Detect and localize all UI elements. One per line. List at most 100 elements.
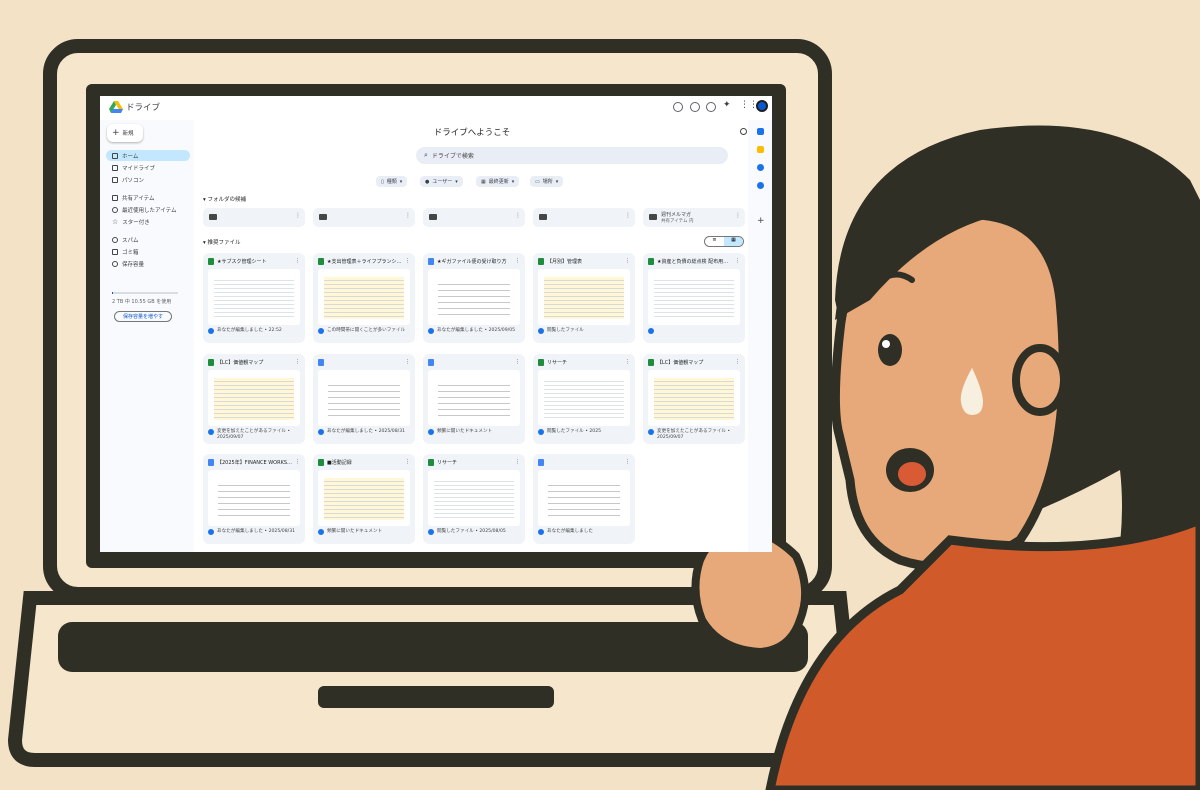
sidebar-item-spam[interactable]: スパム bbox=[106, 234, 190, 245]
sheets-icon bbox=[428, 458, 434, 466]
file-card[interactable]: リサーチ ⋮ 閲覧したファイル • 2025/08/05 bbox=[423, 454, 525, 544]
file-card[interactable]: 【LC】価値観マップ ⋮ 変更を加えたことがあるファイル • 2025/09/07 bbox=[203, 354, 305, 444]
main-content: ドライブへようこそ ⌕ ドライブで検索 ▯ 種類 ▾ ● ユーザー ▾ ▦ 最終更新 ▾ ▭ 場… bbox=[196, 120, 748, 552]
filter-location[interactable]: ▭ 場所 ▾ bbox=[530, 176, 564, 187]
sheets-icon bbox=[648, 358, 654, 366]
sidebar-item-trash[interactable]: ゴミ箱 bbox=[106, 246, 190, 257]
file-meta: 変更を加えたことがあるファイル • 2025/09/07 bbox=[648, 429, 740, 441]
file-card[interactable]: ★ギガファイル便の受け取り方 ⋮ あなたが編集しました • 2025/09/05 bbox=[423, 253, 525, 343]
sidebar-item-shared[interactable]: 共有アイテム bbox=[106, 192, 190, 203]
sidebar: + 新規 ホーム マイドライブ パソコン 共有アイテム 最近使用したアイテム ☆ ス… bbox=[100, 120, 194, 552]
gear-icon[interactable] bbox=[706, 102, 716, 112]
add-addon-icon[interactable]: + bbox=[757, 216, 765, 226]
file-card[interactable]: 【2025年】FINANCE WORKS… ⋮ あなたが編集しました • 2025/… bbox=[203, 454, 305, 544]
woman-eye bbox=[878, 334, 902, 366]
list-view-icon[interactable]: ≡ bbox=[705, 237, 724, 246]
drive-window: ドライブ ✦ ⋮⋮ + 新規 ホーム マイドライブ パソコン 共有アイテム 最近使… bbox=[100, 96, 772, 552]
docs-icon bbox=[428, 358, 434, 366]
status-icon[interactable] bbox=[673, 102, 683, 112]
more-options-icon[interactable]: ⋮ bbox=[515, 212, 521, 219]
file-title: ★ギガファイル便の受け取り方 bbox=[437, 258, 507, 265]
new-button[interactable]: + 新規 bbox=[107, 124, 143, 142]
file-card[interactable]: ⋮ 頻繁に開いたドキュメント bbox=[423, 354, 525, 444]
folder-card[interactable]: ⋮ bbox=[203, 208, 305, 227]
filter-type[interactable]: ▯ 種類 ▾ bbox=[376, 176, 408, 187]
filter-people[interactable]: ● ユーザー ▾ bbox=[420, 176, 463, 187]
file-card[interactable]: リサーチ ⋮ 閲覧したファイル • 2025 bbox=[533, 354, 635, 444]
more-options-icon[interactable]: ⋮ bbox=[625, 459, 630, 465]
folder-icon bbox=[319, 214, 327, 220]
folder-name: 週刊メルマガ bbox=[661, 212, 692, 218]
file-card[interactable]: ⋮ あなたが編集しました bbox=[533, 454, 635, 544]
file-card-header: ★資産と負債の総点検 配布用… ⋮ bbox=[648, 256, 740, 266]
more-options-icon[interactable]: ⋮ bbox=[405, 258, 410, 264]
more-options-icon[interactable]: ⋮ bbox=[735, 258, 740, 264]
chevron-down-icon: ▾ bbox=[555, 178, 559, 185]
search-input[interactable]: ⌕ ドライブで検索 bbox=[416, 147, 728, 164]
more-options-icon[interactable]: ⋮ bbox=[295, 459, 300, 465]
filter-modified[interactable]: ▦ 最終更新 ▾ bbox=[476, 176, 520, 187]
file-card[interactable]: ★支出管理表＋ライフプランシ… ⋮ この時間帯に開くことが多いファイル bbox=[313, 253, 415, 343]
more-options-icon[interactable]: ⋮ bbox=[515, 359, 520, 365]
sheets-icon bbox=[208, 358, 214, 366]
help-icon[interactable] bbox=[690, 102, 700, 112]
folder-card[interactable]: ⋮ bbox=[313, 208, 415, 227]
file-activity: あなたが編集しました • 2025/09/05 bbox=[437, 328, 516, 333]
more-options-icon[interactable]: ⋮ bbox=[295, 258, 300, 264]
contacts-icon[interactable] bbox=[757, 182, 764, 189]
more-options-icon[interactable]: ⋮ bbox=[405, 212, 411, 219]
sidebar-item-computers[interactable]: パソコン bbox=[106, 174, 190, 185]
folder-card[interactable]: 週刊メルマガ 共有アイテム 内 ⋮ bbox=[643, 208, 745, 227]
file-icon: ▯ bbox=[381, 178, 384, 185]
more-options-icon[interactable]: ⋮ bbox=[515, 459, 520, 465]
file-card[interactable]: ★資産と負債の総点検 配布用… ⋮ bbox=[643, 253, 745, 343]
sidebar-item-recent[interactable]: 最近使用したアイテム bbox=[106, 204, 190, 215]
gemini-icon[interactable]: ✦ bbox=[723, 100, 731, 110]
more-options-icon[interactable]: ⋮ bbox=[625, 258, 630, 264]
file-meta: あなたが編集しました • 2025/08/31 bbox=[208, 529, 300, 535]
account-avatar[interactable] bbox=[756, 100, 768, 112]
more-options-icon[interactable]: ⋮ bbox=[625, 359, 630, 365]
folder-card[interactable]: ⋮ bbox=[423, 208, 525, 227]
more-options-icon[interactable]: ⋮ bbox=[625, 212, 631, 219]
more-options-icon[interactable]: ⋮ bbox=[735, 212, 741, 219]
file-activity: 閲覧したファイル • 2025 bbox=[547, 429, 602, 434]
more-options-icon[interactable]: ⋮ bbox=[405, 359, 410, 365]
file-title: 【2025年】FINANCE WORKS… bbox=[217, 459, 293, 466]
file-card[interactable]: 【LC】価値観マップ ⋮ 変更を加えたことがあるファイル • 2025/09/07 bbox=[643, 354, 745, 444]
file-card-header: ⋮ bbox=[318, 357, 410, 367]
folder-card[interactable]: ⋮ bbox=[533, 208, 635, 227]
info-icon[interactable] bbox=[740, 128, 747, 135]
file-card[interactable]: ⋮ あなたが編集しました • 2025/08/31 bbox=[313, 354, 415, 444]
sidebar-item-home[interactable]: ホーム bbox=[106, 150, 190, 161]
tasks-icon[interactable] bbox=[757, 164, 764, 171]
view-toggle[interactable]: ≡ ▦ bbox=[704, 236, 744, 247]
more-options-icon[interactable]: ⋮ bbox=[735, 359, 740, 365]
file-card[interactable]: 【月別】管理表 ⋮ 閲覧したファイル bbox=[533, 253, 635, 343]
thumbnail-content bbox=[654, 277, 734, 319]
thumbnail-content bbox=[438, 380, 510, 420]
grid-view-icon[interactable]: ▦ bbox=[724, 237, 743, 246]
sidebar-item-my-drive[interactable]: マイドライブ bbox=[106, 162, 190, 173]
folders-section-title[interactable]: ▾ フォルダの候補 bbox=[203, 195, 246, 203]
more-options-icon[interactable]: ⋮ bbox=[295, 212, 301, 219]
calendar-icon[interactable] bbox=[757, 128, 764, 135]
files-section-title[interactable]: ▾ 推奨ファイル bbox=[203, 238, 241, 246]
file-meta bbox=[648, 328, 740, 334]
more-options-icon[interactable]: ⋮ bbox=[405, 459, 410, 465]
avatar bbox=[428, 328, 434, 334]
more-options-icon[interactable]: ⋮ bbox=[515, 258, 520, 264]
keep-icon[interactable] bbox=[757, 146, 764, 153]
sidebar-item-storage[interactable]: 保存容量 bbox=[106, 258, 190, 269]
more-options-icon[interactable]: ⋮ bbox=[295, 359, 300, 365]
top-bar: ドライブ ✦ ⋮⋮ bbox=[100, 96, 772, 120]
star-icon: ☆ bbox=[112, 217, 119, 226]
file-meta: 変更を加えたことがあるファイル • 2025/09/07 bbox=[208, 429, 300, 441]
filter-label: 場所 bbox=[542, 179, 553, 185]
avatar bbox=[318, 529, 324, 535]
file-card[interactable]: ★サブスク管理シート ⋮ あなたが編集しました • 22:52 bbox=[203, 253, 305, 343]
sidebar-item-starred[interactable]: ☆ スター付き bbox=[106, 216, 190, 227]
get-more-storage-button[interactable]: 保存容量を増やす bbox=[114, 311, 172, 322]
avatar bbox=[208, 429, 214, 435]
file-card[interactable]: ■活動記録 ⋮ 頻繁に開いたドキュメント bbox=[313, 454, 415, 544]
